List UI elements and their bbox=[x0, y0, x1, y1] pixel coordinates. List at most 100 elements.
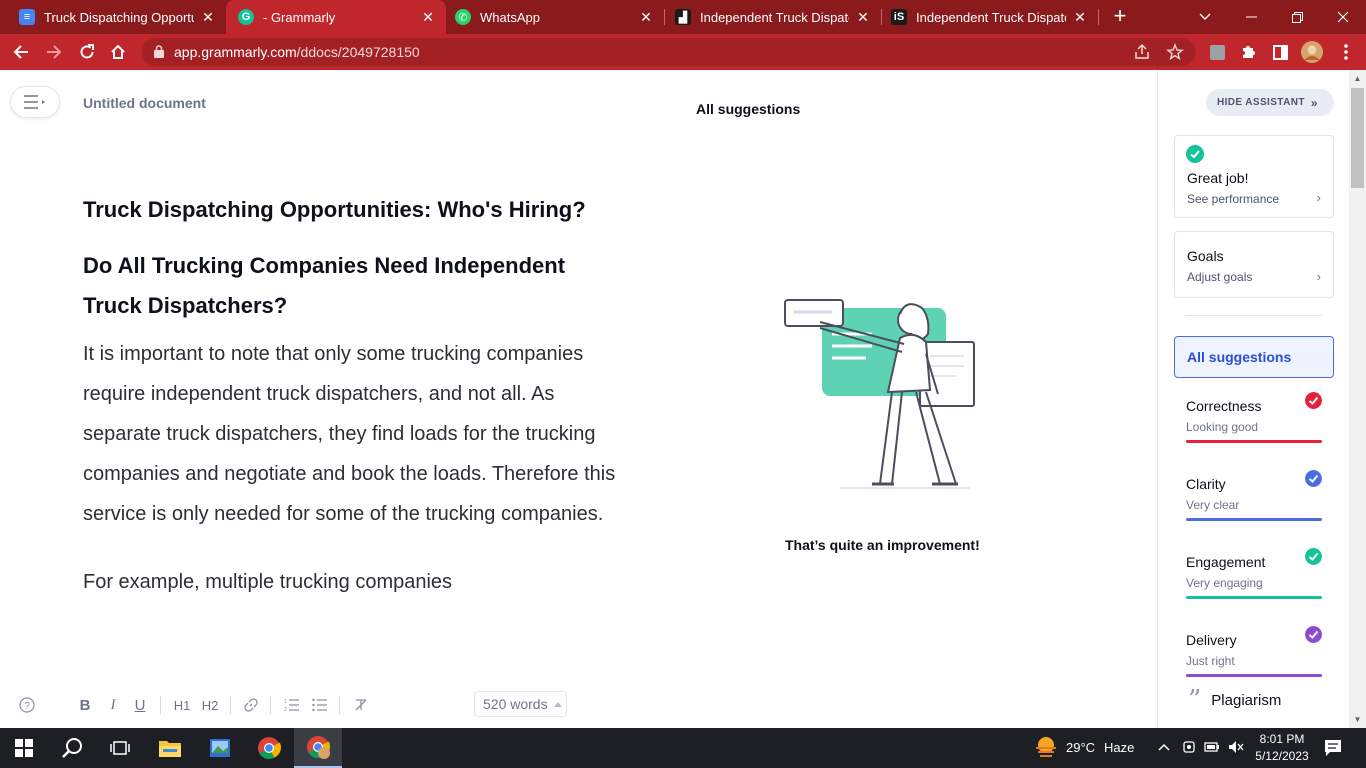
suggestions-heading: All suggestions bbox=[696, 101, 801, 117]
metric-title: Correctness bbox=[1186, 398, 1262, 414]
whatsapp-icon: ✆ bbox=[455, 9, 471, 25]
extension-button[interactable] bbox=[1205, 40, 1229, 64]
new-tab-button[interactable]: + bbox=[1108, 5, 1132, 29]
heading-2[interactable]: Do All Trucking Companies Need Independe… bbox=[83, 246, 623, 326]
document-body[interactable]: Truck Dispatching Opportunities: Who's H… bbox=[83, 190, 623, 602]
battery-icon[interactable] bbox=[1204, 740, 1220, 754]
bullet-list-button[interactable] bbox=[311, 696, 329, 714]
divider bbox=[230, 696, 231, 714]
chrome-icon bbox=[258, 737, 281, 759]
start-button[interactable] bbox=[0, 728, 48, 768]
plagiarism-button[interactable]: ” Plagiarism bbox=[1188, 687, 1328, 713]
weather-temperature[interactable]: 29°C bbox=[1066, 740, 1095, 755]
share-icon[interactable] bbox=[1133, 43, 1151, 61]
scroll-down-arrow[interactable]: ▼ bbox=[1353, 715, 1362, 724]
document-title[interactable]: Untitled document bbox=[83, 95, 206, 111]
meet-now-icon[interactable] bbox=[1182, 740, 1196, 754]
arrow-right-icon bbox=[47, 45, 62, 59]
metric-bar bbox=[1186, 518, 1322, 521]
engagement-metric[interactable]: Engagement Very engaging bbox=[1186, 548, 1322, 604]
svg-text:1: 1 bbox=[284, 699, 287, 705]
clarity-metric[interactable]: Clarity Very clear bbox=[1186, 470, 1322, 526]
chevron-up-icon[interactable] bbox=[1158, 742, 1170, 752]
tab-independent-dispatcher-2[interactable]: iS Independent Truck Dispatche ✕ bbox=[882, 0, 1098, 34]
assistant-sidebar: HIDE ASSISTANT » Great job! See performa… bbox=[1157, 70, 1349, 728]
delivery-metric[interactable]: Delivery Just right bbox=[1186, 626, 1322, 682]
extensions-button[interactable] bbox=[1236, 40, 1260, 64]
bold-button[interactable]: B bbox=[76, 696, 94, 714]
forward-button[interactable] bbox=[42, 40, 66, 64]
more-vertical-icon bbox=[1344, 44, 1348, 60]
clear-formatting-icon bbox=[355, 699, 367, 711]
close-icon[interactable]: ✕ bbox=[200, 9, 216, 25]
link-button[interactable] bbox=[242, 696, 260, 714]
restore-button[interactable] bbox=[1274, 0, 1320, 34]
file-explorer-button[interactable] bbox=[146, 728, 194, 768]
page-scrollbar[interactable]: ▲ ▼ bbox=[1349, 70, 1366, 728]
close-icon[interactable]: ✕ bbox=[1072, 9, 1088, 25]
home-button[interactable] bbox=[106, 40, 130, 64]
tab-separator bbox=[1098, 9, 1099, 25]
all-suggestions-button[interactable]: All suggestions bbox=[1174, 336, 1334, 378]
star-icon[interactable] bbox=[1166, 43, 1184, 61]
performance-subtitle: See performance bbox=[1187, 192, 1280, 206]
close-icon bbox=[1337, 11, 1349, 23]
heading-1[interactable]: Truck Dispatching Opportunities: Who's H… bbox=[83, 190, 623, 230]
italic-button[interactable]: I bbox=[104, 696, 122, 714]
notifications-icon[interactable] bbox=[1324, 739, 1342, 757]
numbered-list-button[interactable]: 12 bbox=[283, 696, 301, 714]
divider bbox=[339, 696, 340, 714]
close-icon[interactable]: ✕ bbox=[638, 9, 654, 25]
document-menu-button[interactable] bbox=[10, 86, 60, 118]
photos-icon bbox=[210, 739, 230, 757]
volume-muted-icon[interactable] bbox=[1228, 740, 1244, 754]
address-bar[interactable]: app.grammarly.com/ddocs/2049728150 bbox=[142, 38, 1196, 66]
tab-search-button[interactable] bbox=[1182, 0, 1228, 34]
weather-haze-icon[interactable] bbox=[1034, 736, 1058, 758]
close-icon[interactable]: ✕ bbox=[855, 9, 871, 25]
divider bbox=[270, 696, 271, 714]
close-icon[interactable]: ✕ bbox=[420, 9, 436, 25]
clear-formatting-button[interactable] bbox=[352, 696, 370, 714]
minimize-button[interactable] bbox=[1228, 0, 1274, 34]
tab-title: Independent Truck Dispatche bbox=[700, 9, 849, 25]
system-clock[interactable]: 8:01 PM 5/12/2023 bbox=[1250, 731, 1314, 765]
heading2-button[interactable]: H2 bbox=[199, 696, 221, 714]
tab-grammarly[interactable]: G - Grammarly ✕ bbox=[226, 0, 446, 34]
search-button[interactable] bbox=[48, 728, 96, 768]
paragraph[interactable]: For example, multiple trucking companies bbox=[83, 562, 623, 602]
chrome-menu-button[interactable] bbox=[1334, 40, 1358, 64]
photos-button[interactable] bbox=[196, 728, 244, 768]
performance-card[interactable]: Great job! See performance › bbox=[1174, 135, 1334, 218]
side-panel-button[interactable] bbox=[1268, 40, 1292, 64]
puzzle-icon bbox=[1243, 46, 1255, 58]
extension-icon bbox=[1209, 44, 1225, 60]
chrome-profile-button[interactable] bbox=[294, 728, 342, 768]
weather-description[interactable]: Haze bbox=[1104, 740, 1134, 755]
correctness-metric[interactable]: Correctness Looking good bbox=[1186, 392, 1322, 448]
metric-title: Clarity bbox=[1186, 476, 1226, 492]
plagiarism-label: Plagiarism bbox=[1211, 691, 1282, 709]
scroll-thumb[interactable] bbox=[1351, 88, 1364, 188]
profile-button[interactable] bbox=[1300, 40, 1324, 64]
heading1-button[interactable]: H1 bbox=[171, 696, 193, 714]
tab-whatsapp[interactable]: ✆ WhatsApp ✕ bbox=[446, 0, 664, 34]
scroll-up-arrow[interactable]: ▲ bbox=[1353, 74, 1362, 83]
help-button[interactable]: ? bbox=[19, 696, 35, 714]
chrome-button[interactable] bbox=[245, 728, 293, 768]
lock-icon[interactable] bbox=[154, 45, 164, 58]
paragraph[interactable]: It is important to note that only some t… bbox=[83, 334, 623, 534]
back-button[interactable] bbox=[9, 40, 33, 64]
reload-button[interactable] bbox=[75, 40, 99, 64]
goals-card[interactable]: Goals Adjust goals › bbox=[1174, 231, 1334, 298]
tab-independent-dispatcher-1[interactable]: ▟ Independent Truck Dispatche ✕ bbox=[665, 0, 881, 34]
close-window-button[interactable] bbox=[1320, 0, 1366, 34]
hide-assistant-label: HIDE ASSISTANT bbox=[1217, 97, 1305, 108]
underline-button[interactable]: U bbox=[131, 696, 149, 714]
task-view-button[interactable] bbox=[96, 728, 144, 768]
url-path: /ddocs/2049728150 bbox=[296, 44, 420, 60]
chevron-right-icon: › bbox=[1316, 269, 1321, 284]
tab-docs[interactable]: ≡ Truck Dispatching Opportunit ✕ bbox=[0, 0, 226, 34]
word-count[interactable]: 520 words bbox=[474, 691, 567, 717]
hide-assistant-button[interactable]: HIDE ASSISTANT » bbox=[1206, 89, 1334, 116]
